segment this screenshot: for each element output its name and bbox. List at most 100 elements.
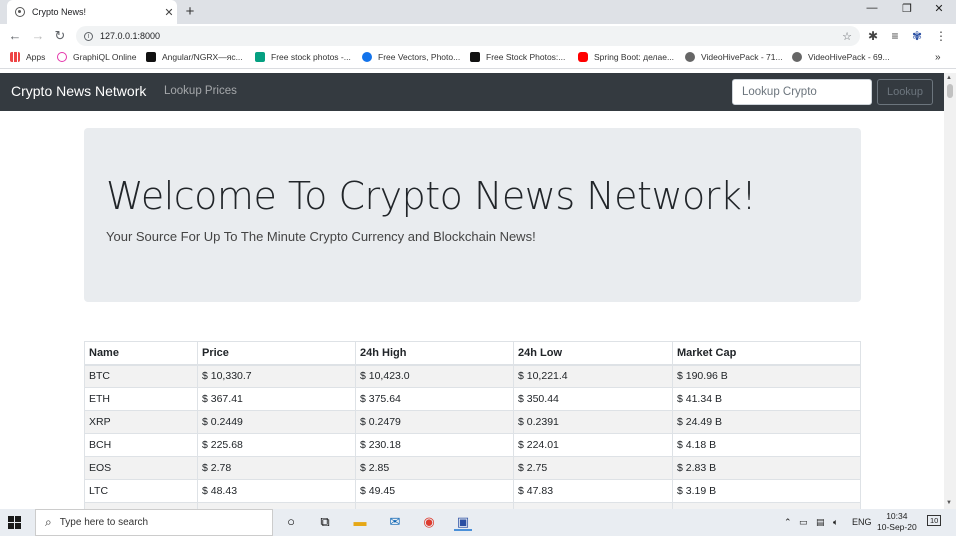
jumbotron: Welcome To Crypto News Network! Your Sou… — [84, 128, 861, 302]
table-row: ETH $ 367.41 $ 375.64 $ 350.44 $ 41.34 B — [84, 387, 861, 411]
task-view-icon[interactable]: ⧉ — [316, 514, 334, 531]
tab-strip: Crypto News! ✕ + — ❐ ✕ — [0, 0, 956, 24]
table-cell: $ 2.83 B — [672, 456, 861, 480]
forward-icon[interactable]: → — [30, 28, 46, 43]
table-cell: $ 375.64 — [355, 387, 514, 411]
graphql-icon — [57, 52, 67, 62]
taskbar-search-box[interactable]: ⌕ Type here to search — [35, 509, 273, 536]
battery-icon[interactable]: ▭ — [799, 517, 808, 528]
bookmark-label: Free stock photos -... — [271, 52, 351, 62]
page-title: Welcome To Crypto News Network! — [106, 174, 757, 218]
freepik-icon — [362, 52, 372, 62]
input-language[interactable]: ENG — [852, 517, 872, 527]
bookmark-label: Apps — [26, 52, 46, 62]
table-cell: $ 190.96 B — [672, 364, 861, 388]
volume-icon[interactable]: 🔈︎ — [833, 517, 838, 528]
table-cell: $ 2.75 — [513, 456, 673, 480]
network-icon[interactable]: ▤ — [816, 517, 825, 528]
bookmark-videohivepack-2[interactable]: VideoHivePack - 69... — [792, 52, 890, 62]
more-bookmarks-icon[interactable]: » — [935, 52, 941, 63]
table-cell: $ 10,330.7 — [197, 364, 356, 388]
scroll-up-icon[interactable]: ▲ — [946, 75, 952, 81]
close-tab-icon[interactable]: ✕ — [161, 6, 177, 19]
bookmark-star-icon[interactable]: ☆ — [842, 30, 852, 43]
column-header: 24h High — [355, 341, 514, 366]
browser-tab[interactable]: Crypto News! ✕ — [7, 0, 177, 24]
close-window-icon[interactable]: ✕ — [929, 2, 949, 15]
reload-icon[interactable]: ↻ — [52, 28, 68, 44]
address-bar[interactable]: i 127.0.0.1:8000 ☆ — [76, 26, 860, 46]
bookmark-label: Free Stock Photos:... — [486, 52, 566, 62]
bookmark-free-vectors[interactable]: Free Vectors, Photo... — [362, 52, 460, 62]
bookmarks-bar: Apps GraphiQL Online Angular/NGRX—яс... … — [0, 48, 956, 69]
scroll-thumb[interactable] — [947, 84, 953, 98]
table-cell: $ 24.49 B — [672, 410, 861, 434]
bookmark-graphiql[interactable]: GraphiQL Online — [57, 52, 136, 62]
column-header: Price — [197, 341, 356, 366]
bookmark-apps[interactable]: Apps — [10, 52, 45, 62]
show-hidden-icons-icon[interactable]: ⌃ — [784, 517, 792, 528]
taskbar-search-placeholder: Type here to search — [59, 517, 149, 528]
table-cell: $ 10,423.0 — [355, 364, 514, 388]
bookmark-videohivepack-1[interactable]: VideoHivePack - 71... — [685, 52, 783, 62]
notifications-icon[interactable]: 10 — [927, 515, 942, 526]
windows-taskbar: ⌕ Type here to search ○ ⧉ ▬ ✉ ◉ ▣ ⌃ ▭ ▤ … — [0, 509, 956, 536]
info-icon[interactable]: i — [84, 31, 93, 41]
table-cell: BCH — [84, 433, 198, 457]
media-icon[interactable]: ≡ — [888, 29, 902, 43]
bookmark-angular[interactable]: Angular/NGRX—яс... — [146, 52, 243, 62]
mail-icon[interactable]: ✉ — [386, 514, 404, 531]
crypto-search-input[interactable]: Lookup Crypto — [732, 79, 872, 105]
table-cell: $ 41.34 B — [672, 387, 861, 411]
page-subtitle: Your Source For Up To The Minute Crypto … — [106, 229, 536, 244]
table-cell: $ 49.45 — [355, 479, 514, 503]
bookmark-label: VideoHivePack - 69... — [808, 52, 890, 62]
table-cell: XRP — [84, 410, 198, 434]
bookmark-spring-boot[interactable]: Spring Boot: делае... — [578, 52, 674, 62]
page-scrollbar[interactable]: ▲ ▼ — [944, 73, 956, 509]
table-row: BTC $ 10,330.7 $ 10,423.0 $ 10,221.4 $ 1… — [84, 364, 861, 388]
scroll-down-icon[interactable]: ▼ — [946, 500, 952, 506]
table-row: XRP $ 0.2449 $ 0.2479 $ 0.2391 $ 24.49 B — [84, 410, 861, 434]
table-cell: $ 0.2479 — [355, 410, 514, 434]
bookmark-label: VideoHivePack - 71... — [701, 52, 783, 62]
apps-grid-icon — [10, 52, 20, 62]
videohive-icon — [792, 52, 802, 62]
profile-icon[interactable]: ✾ — [910, 29, 924, 43]
medium-icon — [146, 52, 156, 62]
column-header: 24h Low — [513, 341, 673, 366]
table-cell: $ 230.18 — [355, 433, 514, 457]
site-navbar: Crypto News Network Lookup Prices Lookup… — [0, 73, 944, 111]
table-cell: $ 48.43 — [197, 479, 356, 503]
tab-title: Crypto News! — [32, 7, 87, 17]
bookmark-free-stock-photos[interactable]: Free stock photos -... — [255, 52, 351, 62]
browser-toolbar: ← → ↻ i 127.0.0.1:8000 ☆ ✱ ≡ ✾ ⋮ — [0, 24, 956, 48]
navbar-brand[interactable]: Crypto News Network — [11, 83, 146, 99]
table-cell: $ 224.01 — [513, 433, 673, 457]
app-icon[interactable]: ▣ — [454, 514, 472, 531]
table-cell: $ 0.2449 — [197, 410, 356, 434]
file-explorer-icon[interactable]: ▬ — [351, 514, 369, 531]
table-row: EOS $ 2.78 $ 2.85 $ 2.75 $ 2.83 B — [84, 456, 861, 480]
table-cell: ETH — [84, 387, 198, 411]
bookmark-label: Angular/NGRX—яс... — [162, 52, 243, 62]
menu-icon[interactable]: ⋮ — [934, 29, 948, 43]
system-clock[interactable]: 10:34 10-Sep-20 — [877, 511, 917, 533]
back-icon[interactable]: ← — [7, 28, 23, 43]
bookmark-label: Free Vectors, Photo... — [378, 52, 461, 62]
extensions-icon[interactable]: ✱ — [866, 29, 880, 43]
table-cell: $ 2.78 — [197, 456, 356, 480]
lookup-button[interactable]: Lookup — [877, 79, 933, 105]
restore-icon[interactable]: ❐ — [897, 2, 917, 15]
minimize-icon[interactable]: — — [862, 2, 882, 14]
new-tab-icon[interactable]: + — [182, 3, 198, 20]
nav-link-lookup-prices[interactable]: Lookup Prices — [164, 85, 237, 97]
chrome-icon[interactable]: ◉ — [420, 514, 438, 531]
table-cell: $ 350.44 — [513, 387, 673, 411]
bookmark-free-stock-photos-2[interactable]: Free Stock Photos:... — [470, 52, 565, 62]
windows-start-icon[interactable] — [8, 516, 21, 529]
globe-icon — [15, 7, 25, 17]
cortana-icon[interactable]: ○ — [282, 514, 300, 531]
table-cell: $ 2.85 — [355, 456, 514, 480]
table-cell: BTC — [84, 364, 198, 388]
